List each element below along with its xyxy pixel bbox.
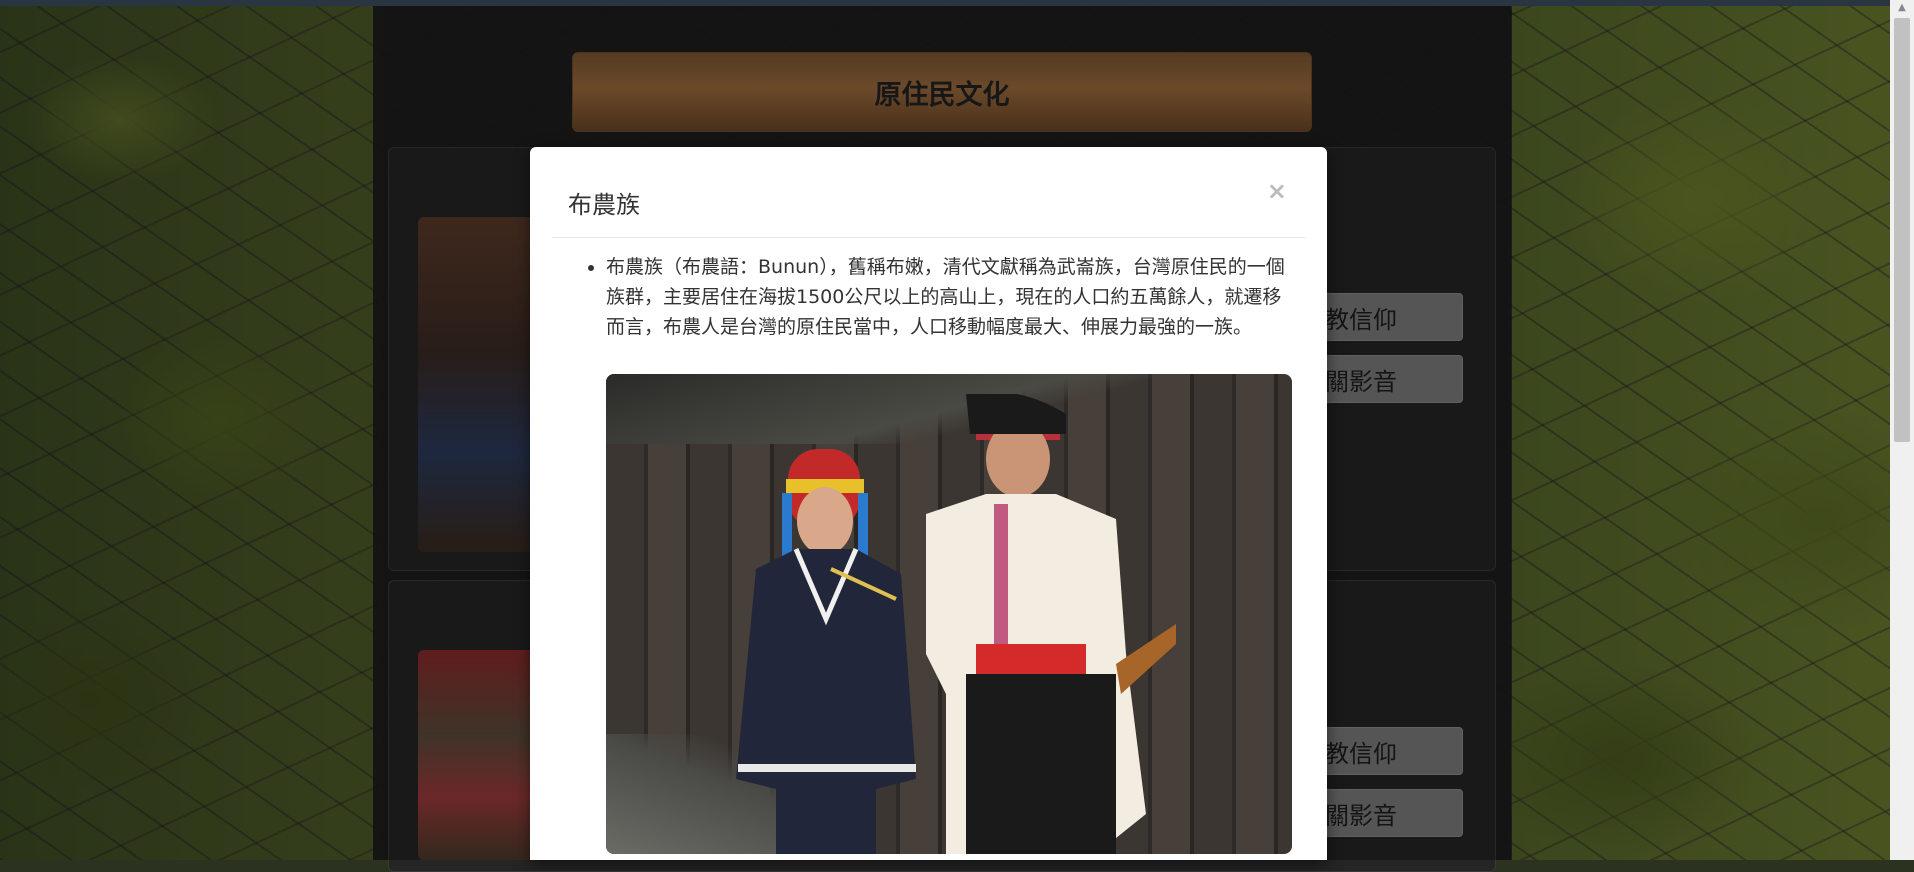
close-icon[interactable]: × (1267, 179, 1287, 203)
man-figure (926, 394, 1176, 854)
modal-body: 布農族（布農語：Bunun），舊稱布嫩，清代文獻稱為武崙族，台灣原住民的一個族群… (582, 252, 1292, 342)
woman-figure (736, 449, 916, 854)
modal-title: 布農族 (568, 191, 640, 219)
description-list: 布農族（布農語：Bunun），舊稱布嫩，清代文獻稱為武崙族，台灣原住民的一個族群… (582, 252, 1292, 342)
tribe-description: 布農族（布農語：Bunun），舊稱布嫩，清代文獻稱為武崙族，台灣原住民的一個族群… (606, 252, 1292, 342)
scroll-up-icon[interactable]: ▲ (1894, 2, 1910, 16)
scrollbar-thumb[interactable] (1894, 18, 1910, 442)
tribe-photo (606, 374, 1292, 854)
modal-header: 布農族 × (552, 147, 1305, 238)
